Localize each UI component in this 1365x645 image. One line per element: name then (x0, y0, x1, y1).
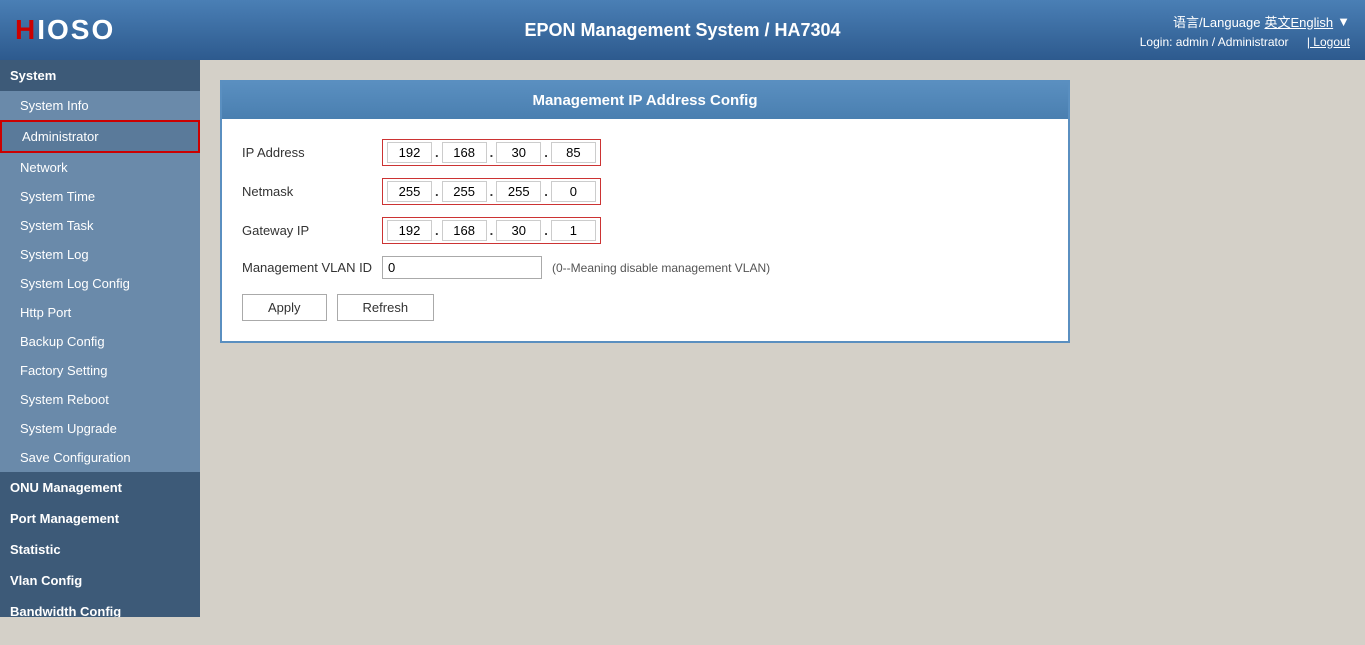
gateway-sep-3: . (544, 223, 548, 238)
sidebar-group-vlan[interactable]: Vlan Config (0, 565, 200, 596)
netmask-row: Netmask . . . (242, 178, 1048, 205)
gateway-sep-2: . (490, 223, 494, 238)
header: HIOSO EPON Management System / HA7304 语言… (0, 0, 1365, 60)
gateway-octet-3[interactable] (496, 220, 541, 241)
netmask-sep-1: . (435, 184, 439, 199)
vlan-id-row: Management VLAN ID (0--Meaning disable m… (242, 256, 1048, 279)
netmask-octet-1[interactable] (387, 181, 432, 202)
sidebar-item-administrator[interactable]: Administrator (0, 120, 200, 153)
vlan-id-hint: (0--Meaning disable management VLAN) (552, 261, 770, 275)
lang-selector[interactable]: 语言/Language 英文English ▼ (1173, 12, 1350, 31)
logo-rest: IOSO (37, 14, 115, 45)
sidebar-group-statistic[interactable]: Statistic (0, 534, 200, 565)
gateway-octet-1[interactable] (387, 220, 432, 241)
sidebar-group-onu[interactable]: ONU Management (0, 472, 200, 503)
language-label: 语言/Language (1173, 12, 1260, 31)
sidebar-item-system-upgrade[interactable]: System Upgrade (0, 414, 200, 443)
login-info: Login: admin / Administrator | Logout (1140, 35, 1350, 49)
sidebar-group-port-mgmt[interactable]: Port Management (0, 503, 200, 534)
ip-address-row: IP Address . . . (242, 139, 1048, 166)
config-panel-header: Management IP Address Config (222, 82, 1068, 119)
netmask-sep-3: . (544, 184, 548, 199)
header-title: EPON Management System / HA7304 (524, 20, 840, 41)
netmask-sep-2: . (490, 184, 494, 199)
ip-address-inputs: . . . (382, 139, 601, 166)
gateway-inputs: . . . (382, 217, 601, 244)
ip-octet-2[interactable] (442, 142, 487, 163)
netmask-octet-4[interactable] (551, 181, 596, 202)
main-content: Management IP Address Config IP Address … (200, 60, 1365, 617)
ip-sep-1: . (435, 145, 439, 160)
netmask-octet-2[interactable] (442, 181, 487, 202)
netmask-inputs: . . . (382, 178, 601, 205)
vlan-id-input[interactable] (382, 256, 542, 279)
logo-h: H (15, 14, 37, 45)
gateway-row: Gateway IP . . . (242, 217, 1048, 244)
config-panel-body: IP Address . . . Netmask (222, 119, 1068, 341)
ip-octet-1[interactable] (387, 142, 432, 163)
config-panel: Management IP Address Config IP Address … (220, 80, 1070, 343)
sidebar-item-system-reboot[interactable]: System Reboot (0, 385, 200, 414)
header-right: 语言/Language 英文English ▼ Login: admin / A… (1140, 12, 1350, 49)
sidebar-item-system-info[interactable]: System Info (0, 91, 200, 120)
dropdown-arrow: ▼ (1337, 14, 1350, 29)
apply-button[interactable]: Apply (242, 294, 327, 321)
ip-octet-3[interactable] (496, 142, 541, 163)
sidebar-item-http-port[interactable]: Http Port (0, 298, 200, 327)
sidebar-group-bandwidth[interactable]: Bandwidth Config (0, 596, 200, 617)
sidebar-item-backup-config[interactable]: Backup Config (0, 327, 200, 356)
ip-sep-3: . (544, 145, 548, 160)
gateway-label: Gateway IP (242, 223, 382, 238)
ip-sep-2: . (490, 145, 494, 160)
sidebar-item-save-configuration[interactable]: Save Configuration (0, 443, 200, 472)
sidebar: System System Info Administrator Network… (0, 60, 200, 617)
refresh-button[interactable]: Refresh (337, 294, 435, 321)
gateway-sep-1: . (435, 223, 439, 238)
netmask-label: Netmask (242, 184, 382, 199)
sidebar-item-system-log[interactable]: System Log (0, 240, 200, 269)
ip-address-label: IP Address (242, 145, 382, 160)
ip-octet-4[interactable] (551, 142, 596, 163)
sidebar-item-network[interactable]: Network (0, 153, 200, 182)
layout: System System Info Administrator Network… (0, 60, 1365, 617)
netmask-octet-3[interactable] (496, 181, 541, 202)
sidebar-item-system-time[interactable]: System Time (0, 182, 200, 211)
language-link[interactable]: 英文English (1264, 12, 1333, 31)
sidebar-group-system[interactable]: System (0, 60, 200, 91)
login-text: Login: admin / Administrator (1140, 35, 1289, 49)
logout-link[interactable]: | Logout (1307, 35, 1350, 49)
logo: HIOSO (15, 14, 115, 46)
sidebar-item-system-log-config[interactable]: System Log Config (0, 269, 200, 298)
sidebar-item-system-task[interactable]: System Task (0, 211, 200, 240)
logo-text: HIOSO (15, 14, 115, 46)
vlan-id-label: Management VLAN ID (242, 260, 382, 275)
sidebar-item-factory-setting[interactable]: Factory Setting (0, 356, 200, 385)
gateway-octet-2[interactable] (442, 220, 487, 241)
gateway-octet-4[interactable] (551, 220, 596, 241)
button-row: Apply Refresh (242, 294, 1048, 321)
